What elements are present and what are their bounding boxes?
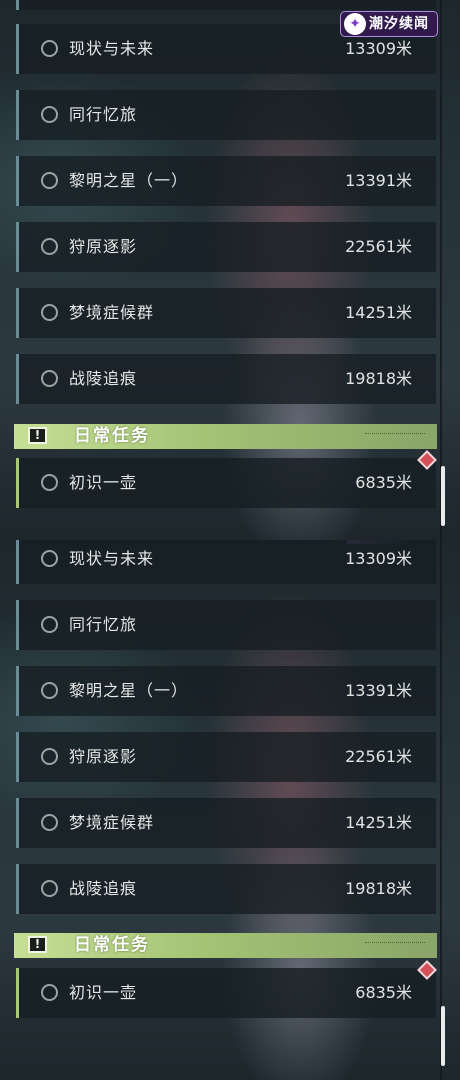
quest-status-circle-icon [41, 474, 58, 491]
quest-row-狩原逐影[interactable]: 狩原逐影 22561米 [16, 732, 436, 782]
brand-text: 潮汐续闻 [369, 16, 429, 32]
scrollbar-track[interactable] [440, 0, 442, 540]
quest-distance: 6835米 [355, 473, 412, 492]
quest-title: 同行忆旅 [69, 615, 138, 634]
quest-status-circle-icon [41, 682, 58, 699]
quest-status-circle-icon [41, 370, 58, 387]
quest-title: 梦境症候群 [69, 303, 155, 322]
quest-status-circle-icon [41, 238, 58, 255]
quest-title: 梦境症候群 [69, 813, 155, 832]
scrollbar-track[interactable] [440, 540, 442, 1080]
quest-row-现状与未来[interactable]: 现状与未来 13309米 [16, 540, 436, 584]
quest-title: 初识一壶 [69, 983, 138, 1002]
daily-quest-header[interactable]: ! 日常任务 [14, 424, 437, 449]
quest-distance: 14251米 [345, 813, 412, 832]
quest-status-circle-icon [41, 616, 58, 633]
list-item-partial [16, 0, 436, 10]
quest-distance: 13309米 [345, 549, 412, 568]
quest-status-circle-icon [41, 304, 58, 321]
quest-distance: 19818米 [345, 879, 412, 898]
exclamation-box-icon: ! [28, 936, 47, 953]
quest-distance: 6835米 [355, 983, 412, 1002]
quest-title: 黎明之星（一） [69, 171, 189, 190]
daily-quest-title: 日常任务 [74, 935, 150, 955]
quest-status-circle-icon [41, 550, 58, 567]
quest-status-circle-icon [41, 984, 58, 1001]
daily-quest-row-初识一壶[interactable]: 初识一壶 6835米 [16, 968, 436, 1018]
header-decoration [365, 433, 425, 438]
quest-distance: 13391米 [345, 681, 412, 700]
quest-distance: 14251米 [345, 303, 412, 322]
exclamation-box-icon: ! [28, 427, 47, 444]
quest-status-circle-icon [41, 106, 58, 123]
quest-row-同行忆旅[interactable]: 同行忆旅 [16, 90, 436, 140]
quest-row-黎明之星[interactable]: 黎明之星（一） 13391米 [16, 156, 436, 206]
quest-title: 战陵追痕 [69, 369, 138, 388]
quest-distance: 13391米 [345, 171, 412, 190]
quest-title: 黎明之星（一） [69, 681, 189, 700]
quest-title: 现状与未来 [69, 549, 155, 568]
quest-status-circle-icon [41, 40, 58, 57]
quest-status-circle-icon [41, 172, 58, 189]
quest-title: 现状与未来 [69, 39, 155, 58]
quest-row-战陵追痕[interactable]: 战陵追痕 19818米 [16, 354, 436, 404]
daily-quest-row-初识一壶[interactable]: 初识一壶 6835米 [16, 458, 436, 508]
quest-status-circle-icon [41, 748, 58, 765]
quest-panel-bottom: 现状与未来 13309米 同行忆旅 黎明之星（一） 13391米 狩原逐影 22… [0, 540, 460, 1080]
header-decoration [365, 942, 425, 947]
daily-quest-header[interactable]: ! 日常任务 [14, 933, 437, 958]
scrollbar-thumb[interactable] [441, 466, 445, 526]
quest-distance: 19818米 [345, 369, 412, 388]
quest-status-circle-icon [41, 880, 58, 897]
daily-quest-title: 日常任务 [74, 426, 150, 446]
star-swirl-icon: ✦ [344, 13, 366, 35]
quest-panel-top: 现状与未来 13309米 同行忆旅 黎明之星（一） 13391米 狩原逐影 22… [0, 0, 460, 540]
quest-row-狩原逐影[interactable]: 狩原逐影 22561米 [16, 222, 436, 272]
quest-title: 狩原逐影 [69, 237, 138, 256]
quest-row-梦境症候群[interactable]: 梦境症候群 14251米 [16, 288, 436, 338]
quest-row-战陵追痕[interactable]: 战陵追痕 19818米 [16, 864, 436, 914]
quest-distance: 22561米 [345, 237, 412, 256]
quest-title: 同行忆旅 [69, 105, 138, 124]
quest-title: 狩原逐影 [69, 747, 138, 766]
quest-status-circle-icon [41, 814, 58, 831]
brand-badge: ✦ 潮汐续闻 [340, 11, 438, 37]
quest-row-同行忆旅[interactable]: 同行忆旅 [16, 600, 436, 650]
scrollbar-thumb[interactable] [441, 1006, 445, 1066]
quest-distance: 22561米 [345, 747, 412, 766]
quest-title: 战陵追痕 [69, 879, 138, 898]
quest-row-梦境症候群[interactable]: 梦境症候群 14251米 [16, 798, 436, 848]
quest-row-黎明之星[interactable]: 黎明之星（一） 13391米 [16, 666, 436, 716]
quest-title: 初识一壶 [69, 473, 138, 492]
